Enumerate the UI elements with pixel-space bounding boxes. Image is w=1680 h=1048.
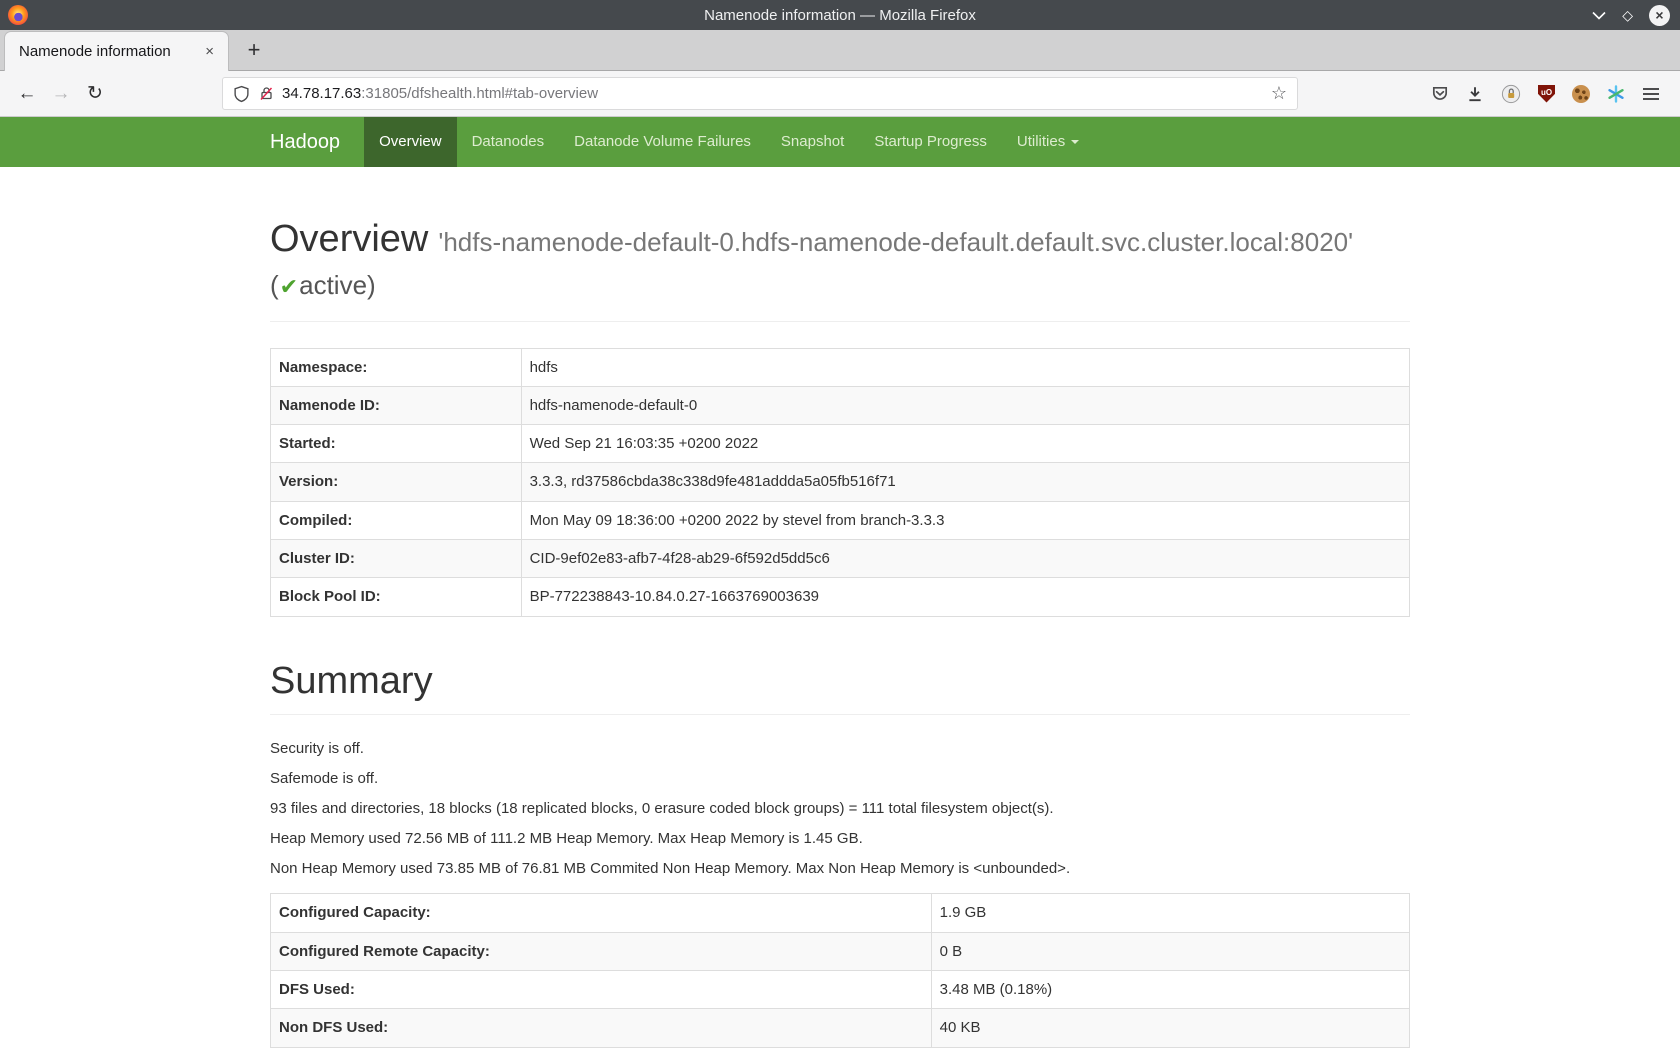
extension-lock-icon[interactable] [1501, 84, 1521, 104]
toolbar-extension-icons: uO [1431, 84, 1660, 104]
summary-line: Security is off. [270, 741, 1410, 757]
page-content: Overview 'hdfs-namenode-default-0.hdfs-na… [270, 219, 1410, 1048]
capacity-value: 0 B [931, 932, 1409, 970]
snowflake-extension-icon[interactable] [1607, 85, 1625, 103]
divider [270, 321, 1410, 322]
table-row: Namespace: hdfs [271, 348, 1410, 386]
url-host: 34.78.17.63 [282, 85, 361, 102]
info-label: Cluster ID: [271, 540, 522, 578]
table-row: Version: 3.3.3, rd37586cbda38c338d9fe481… [271, 463, 1410, 501]
table-row: Compiled: Mon May 09 18:36:00 +0200 2022… [271, 501, 1410, 539]
capacity-value: 40 KB [931, 1009, 1409, 1047]
chevron-down-icon [1592, 11, 1606, 20]
hadoop-brand[interactable]: Hadoop [270, 117, 364, 167]
capacity-label: Non DFS Used: [271, 1009, 932, 1047]
nav-item[interactable]: Snapshot [766, 117, 859, 167]
back-button[interactable]: ← [12, 79, 42, 109]
overview-heading: Overview [270, 218, 428, 260]
namenode-state: (✔active) [270, 269, 1410, 303]
table-row: Cluster ID: CID-9ef02e83-afb7-4f28-ab29-… [271, 540, 1410, 578]
refresh-button[interactable]: ↻ [80, 79, 110, 109]
bookmark-star-icon[interactable]: ☆ [1271, 83, 1287, 104]
capacity-label: Configured Remote Capacity: [271, 932, 932, 970]
tab-strip: Namenode information × + [0, 30, 1680, 71]
tab-title: Namenode information [19, 43, 171, 60]
window-titlebar: Namenode information — Mozilla Firefox ◇… [0, 0, 1680, 30]
nav-item[interactable]: Datanodes [457, 117, 560, 167]
info-value: hdfs [521, 348, 1409, 386]
browser-toolbar: ← → ↻ 34.78.17.63:31805/dfshealth.html#t… [0, 71, 1680, 117]
table-row: DFS Used: 3.48 MB (0.18%) [271, 971, 1410, 1009]
cookie-extension-icon[interactable] [1572, 85, 1590, 103]
window-close-button[interactable]: × [1649, 5, 1670, 26]
url-bar[interactable]: 34.78.17.63:31805/dfshealth.html#tab-ove… [222, 77, 1298, 110]
summary-line: Safemode is off. [270, 771, 1410, 787]
table-row: Non DFS Used: 40 KB [271, 1009, 1410, 1047]
info-label: Started: [271, 425, 522, 463]
pocket-icon[interactable] [1431, 85, 1449, 103]
hadoop-nav-items: Overview Datanodes Datanode Volume Failu… [364, 117, 1094, 167]
summary-line: Non Heap Memory used 73.85 MB of 76.81 M… [270, 861, 1410, 877]
firefox-logo-icon [8, 5, 28, 25]
divider [270, 714, 1410, 715]
url-path: :31805/dfshealth.html#tab-overview [361, 85, 598, 102]
tab-close-icon[interactable]: × [201, 41, 218, 62]
check-icon: ✔ [280, 274, 298, 299]
capacity-value: 3.48 MB (0.18%) [931, 971, 1409, 1009]
info-value: hdfs-namenode-default-0 [521, 386, 1409, 424]
capacity-label: DFS Used: [271, 971, 932, 1009]
namenode-address: 'hdfs-namenode-default-0.hdfs-namenode-d… [438, 227, 1353, 257]
info-label: Version: [271, 463, 522, 501]
hamburger-menu-icon[interactable] [1642, 87, 1660, 101]
namenode-info-table: Namespace: hdfs Namenode ID: hdfs-nameno… [270, 348, 1410, 617]
table-row: Block Pool ID: BP-772238843-10.84.0.27-1… [271, 578, 1410, 616]
forward-button[interactable]: → [46, 79, 76, 109]
info-value: 3.3.3, rd37586cbda38c338d9fe481addda5a05… [521, 463, 1409, 501]
window-maximize-button[interactable]: ◇ [1622, 8, 1633, 22]
capacity-value: 1.9 GB [931, 894, 1409, 932]
info-value: Mon May 09 18:36:00 +0200 2022 by stevel… [521, 501, 1409, 539]
capacity-table: Configured Capacity: 1.9 GB Configured R… [270, 893, 1410, 1047]
info-label: Compiled: [271, 501, 522, 539]
hadoop-navbar: Hadoop Overview Datanodes Datanode Volum… [0, 117, 1680, 167]
info-value: BP-772238843-10.84.0.27-1663769003639 [521, 578, 1409, 616]
nav-item[interactable]: Startup Progress [859, 117, 1002, 167]
nav-item[interactable]: Utilities [1002, 117, 1094, 167]
download-icon[interactable] [1466, 85, 1484, 103]
shield-permissions-icon[interactable] [233, 85, 250, 103]
info-value: Wed Sep 21 16:03:35 +0200 2022 [521, 425, 1409, 463]
summary-line: Heap Memory used 72.56 MB of 111.2 MB He… [270, 831, 1410, 847]
ublock-origin-icon[interactable]: uO [1538, 85, 1555, 103]
window-minimize-button[interactable] [1592, 11, 1606, 20]
summary-line: 93 files and directories, 18 blocks (18 … [270, 801, 1410, 817]
url-text[interactable]: 34.78.17.63:31805/dfshealth.html#tab-ove… [282, 85, 598, 102]
nav-item[interactable]: Datanode Volume Failures [559, 117, 766, 167]
summary-text: Security is off. Safemode is off. 93 fil… [270, 741, 1410, 877]
capacity-label: Configured Capacity: [271, 894, 932, 932]
table-row: Configured Capacity: 1.9 GB [271, 894, 1410, 932]
table-row: Configured Remote Capacity: 0 B [271, 932, 1410, 970]
insecure-lock-icon[interactable] [258, 85, 274, 102]
window-controls: ◇ × [1592, 5, 1670, 26]
page-title: Overview 'hdfs-namenode-default-0.hdfs-na… [270, 219, 1410, 261]
info-label: Namenode ID: [271, 386, 522, 424]
table-row: Started: Wed Sep 21 16:03:35 +0200 2022 [271, 425, 1410, 463]
browser-tab[interactable]: Namenode information × [4, 31, 229, 71]
summary-heading: Summary [270, 661, 1410, 703]
new-tab-button[interactable]: + [237, 33, 271, 67]
window-title: Namenode information — Mozilla Firefox [0, 7, 1680, 24]
info-label: Block Pool ID: [271, 578, 522, 616]
nav-item[interactable]: Overview [364, 117, 457, 167]
table-row: Namenode ID: hdfs-namenode-default-0 [271, 386, 1410, 424]
info-value: CID-9ef02e83-afb7-4f28-ab29-6f592d5dd5c6 [521, 540, 1409, 578]
info-label: Namespace: [271, 348, 522, 386]
